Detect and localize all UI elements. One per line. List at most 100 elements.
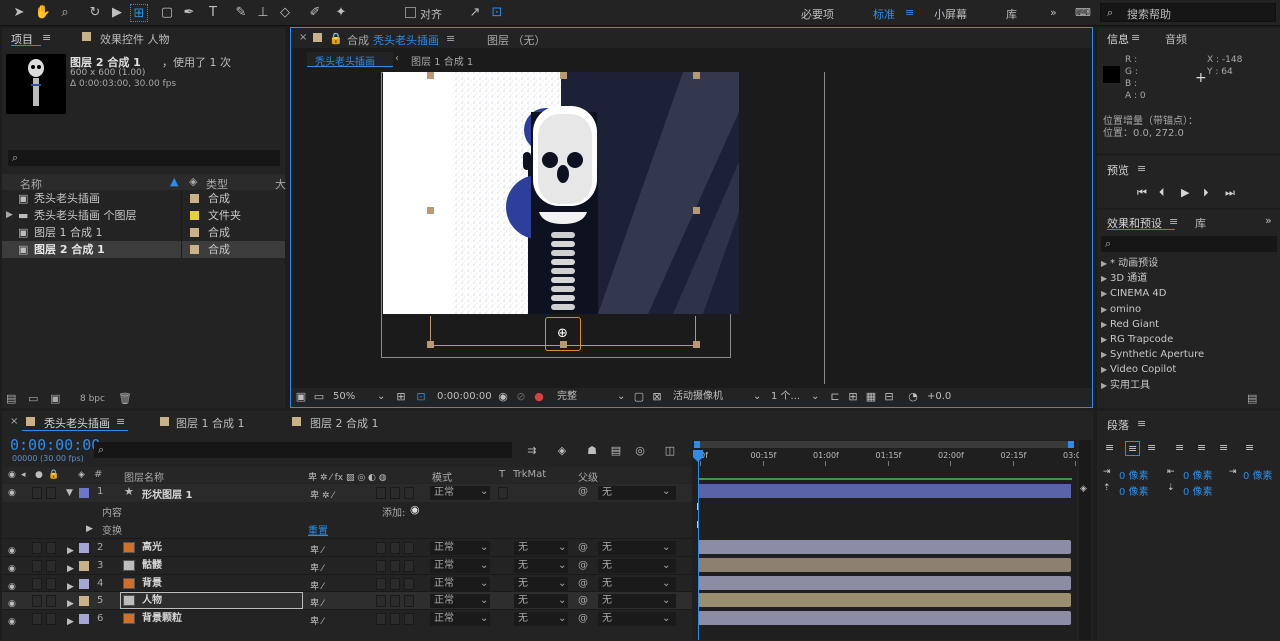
solo-toggle[interactable] (46, 577, 56, 590)
video-visibility-header-icon[interactable]: ◉ (8, 470, 16, 480)
switch-cell[interactable] (404, 595, 414, 608)
contents-row[interactable]: 内容 添加: ◉ (2, 502, 692, 520)
eye-icon[interactable]: ◉ (8, 614, 16, 631)
transform-handle[interactable] (560, 72, 567, 79)
justify-left-icon[interactable]: ≡ (1175, 441, 1184, 454)
tab-effect-controls[interactable]: 效果控件 人物 (100, 31, 170, 47)
solo-toggle[interactable] (46, 613, 56, 626)
flowchart-icon[interactable]: ⊟ (881, 389, 897, 405)
layer-row[interactable]: ◉ ▶ 2 高光卑 ⁄ 正常 ⌄ 无 ⌄ @ 无 ⌄ (2, 538, 692, 556)
switch-cell[interactable] (376, 542, 386, 554)
effects-search-input[interactable]: ⌕ (1101, 236, 1277, 252)
preview-menu-icon[interactable]: ≡ (1137, 162, 1146, 175)
switch-cell[interactable] (376, 487, 386, 499)
expand-arrow-icon[interactable]: ▶ (1101, 362, 1107, 377)
switch-cell[interactable] (390, 613, 400, 626)
transform-handle[interactable] (693, 72, 700, 79)
safe-margins-icon[interactable]: ⊞ (393, 389, 409, 405)
resolution-dropdown[interactable]: 完整 (557, 390, 577, 404)
transform-handle[interactable] (427, 207, 434, 214)
zoom-tool-icon[interactable]: ⌕ (56, 4, 74, 22)
current-time-display[interactable]: 0:00:00:00 (437, 390, 492, 404)
layer-color-swatch[interactable] (79, 488, 89, 498)
chevron-down-icon[interactable]: ⌄ (558, 610, 566, 627)
expand-arrow-icon[interactable]: ▶ (1101, 302, 1107, 317)
project-item[interactable]: ▣ 秃头老头插画 合成 (2, 190, 285, 207)
preserve-transparency-toggle[interactable] (498, 487, 508, 499)
preview-title[interactable]: 预览 (1107, 162, 1129, 178)
switch-cell[interactable] (390, 542, 400, 554)
tab-libraries[interactable]: 库 (1195, 215, 1206, 231)
chevron-down-icon[interactable]: ⌄ (558, 557, 566, 574)
transform-handle[interactable] (693, 207, 700, 214)
first-line-indent-value[interactable]: 0 像素 (1243, 467, 1273, 482)
lock-header-icon[interactable]: 🔒 (48, 470, 59, 480)
transform-row[interactable]: ▶ 变换 重置 (2, 520, 692, 538)
layer-name[interactable]: 形状图层 1 (142, 486, 192, 501)
breadcrumb-current[interactable]: 秃头老头插画 (307, 52, 393, 68)
layer-row-shape[interactable]: ◉ ▼ 1 ★ 形状图层 1 卑 ✲ ⁄ 正常 ⌄ @ 无 ⌄ (2, 484, 692, 502)
pickwhip-icon[interactable]: @ (578, 592, 588, 609)
align-right-icon[interactable]: ≡ (1147, 441, 1156, 454)
chevron-down-icon[interactable]: ⌄ (480, 575, 488, 592)
timeline-tab-menu-icon[interactable]: ≡ (116, 415, 125, 428)
play-icon[interactable]: ▶ (1181, 186, 1189, 199)
expand-arrow-icon[interactable]: ▶ (1101, 378, 1107, 393)
layer-color-swatch[interactable] (79, 596, 89, 607)
audio-toggle[interactable] (32, 487, 42, 499)
pen-tool-icon[interactable]: ✒ (180, 4, 198, 22)
space-before-value[interactable]: 0 像素 (1119, 483, 1149, 498)
close-tab-icon[interactable]: × (10, 416, 18, 427)
solo-toggle[interactable] (46, 559, 56, 572)
switch-cell[interactable] (390, 577, 400, 590)
audio-toggle[interactable] (32, 542, 42, 554)
rotate-tool-icon[interactable]: ↻ (86, 4, 104, 22)
chevron-down-icon[interactable]: ⌄ (377, 390, 385, 404)
solo-toggle[interactable] (46, 542, 56, 554)
toggle-pixel-aspect-icon[interactable]: ⊏ (827, 389, 843, 405)
chevron-down-icon[interactable]: ⌄ (662, 575, 670, 592)
switch-cell[interactable] (376, 613, 386, 626)
view-layout-dropdown[interactable]: 1 个... (771, 390, 800, 404)
layer-color-swatch[interactable] (79, 614, 89, 625)
switch-cell[interactable] (404, 542, 414, 554)
transparency-grid-icon[interactable]: ⊠ (649, 389, 665, 405)
project-item[interactable]: ▣ 图层 2 合成 1 合成 (2, 241, 285, 258)
transform-handle[interactable] (427, 341, 434, 348)
expand-arrow-icon[interactable]: ▶ (1101, 317, 1107, 332)
tab-info[interactable]: 信息 (1107, 31, 1129, 47)
search-help-field[interactable]: ⌕ 搜索帮助 (1100, 3, 1276, 22)
paragraph-title[interactable]: 段落 (1107, 417, 1129, 433)
chevron-down-icon[interactable]: ⌄ (662, 592, 670, 609)
previous-frame-icon[interactable]: ⏴ (1159, 186, 1165, 200)
chevron-down-icon[interactable]: ⌄ (480, 539, 488, 556)
chevron-down-icon[interactable]: ⌄ (480, 486, 488, 497)
chevron-down-icon[interactable]: ⌄ (480, 557, 488, 574)
zoom-dropdown[interactable]: 50% (333, 390, 355, 404)
layer-bar[interactable] (698, 575, 1071, 590)
chevron-down-icon[interactable]: ⌄ (480, 592, 488, 609)
expand-arrow-icon[interactable]: ▶ (1101, 286, 1107, 301)
last-frame-icon[interactable]: ⏭ (1225, 186, 1235, 200)
space-after-value[interactable]: 0 像素 (1183, 483, 1213, 498)
layer-color-swatch[interactable] (79, 543, 89, 553)
snap-grid-icon[interactable]: ⊡ (488, 4, 506, 22)
label-swatch[interactable] (190, 211, 199, 220)
justify-right-icon[interactable]: ≡ (1219, 441, 1228, 454)
switch-cell[interactable] (376, 559, 386, 572)
switch-cell[interactable] (390, 595, 400, 608)
lock-icon[interactable]: 🔒 (329, 32, 343, 45)
column-layer-name[interactable]: 图层名称 (124, 469, 164, 484)
expand-arrow-icon[interactable]: ▶ (86, 524, 93, 534)
delete-icon[interactable]: 🗑 (118, 392, 132, 405)
switch-cell[interactable] (404, 577, 414, 590)
pan-behind-tool-icon[interactable]: ⊞ (130, 4, 148, 22)
camera-tool-icon[interactable]: ▶ (108, 4, 126, 22)
graph-editor-icon[interactable]: ◫ (662, 443, 678, 459)
audio-header-icon[interactable]: ◂ (21, 470, 26, 480)
close-tab-icon[interactable]: × (299, 32, 307, 43)
anchor-point-box[interactable]: ⊕ (545, 317, 581, 351)
audio-toggle[interactable] (32, 595, 42, 608)
text-tool-icon[interactable]: T (204, 4, 222, 22)
layer-color-swatch[interactable] (79, 560, 89, 571)
